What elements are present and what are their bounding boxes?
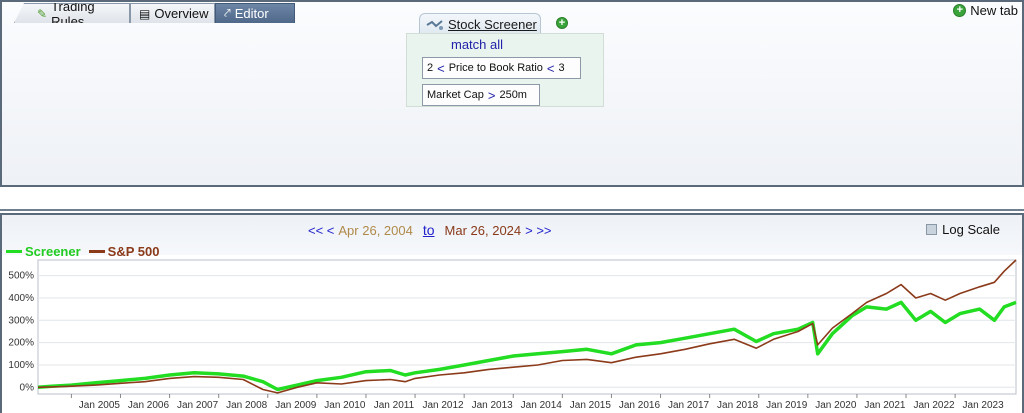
end-date[interactable]: Mar 26, 2024 <box>445 223 522 238</box>
x-tick-label: Jan 2010 <box>324 400 366 411</box>
tab-editor-label: Editor <box>234 6 269 21</box>
x-tick-label: Jan 2016 <box>619 400 661 411</box>
tab-strip <box>0 187 1024 213</box>
x-tick-label: Jan 2005 <box>79 400 121 411</box>
to-link[interactable]: to <box>423 222 435 238</box>
legend-item-screener[interactable]: Screener <box>6 244 81 259</box>
x-tick-label: Jan 2017 <box>668 400 710 411</box>
rule-operator[interactable]: < <box>437 61 445 76</box>
legend-item-sp500[interactable]: S&P 500 <box>88 244 160 259</box>
x-tick-label: Jan 2011 <box>374 400 415 411</box>
x-tick-label: Jan 2020 <box>815 400 857 411</box>
y-tick-label: 400% <box>8 293 34 304</box>
x-tick-label: Jan 2019 <box>766 400 808 411</box>
date-back-button[interactable]: << < <box>308 223 334 238</box>
stock-screener-tab[interactable]: Stock Screener <box>419 13 541 35</box>
rule-field[interactable]: Price to Book Ratio <box>449 62 543 74</box>
add-screener-icon[interactable]: + <box>556 17 568 29</box>
rule-low-value[interactable]: 2 <box>427 62 433 74</box>
overview-icon: ▤ <box>139 6 151 21</box>
rule-high-value[interactable]: 3 <box>558 62 564 74</box>
performance-chart[interactable]: 0% 100% 200% 300% 400% 500% Jan 2005 Jan 2006 Ja… <box>0 258 1024 413</box>
stock-screener-label: Stock Screener <box>448 17 537 32</box>
x-tick-label: Jan 2022 <box>913 400 955 411</box>
new-tab-button[interactable]: + New tab <box>953 3 1018 18</box>
log-scale-label: Log Scale <box>942 222 1000 237</box>
rule-price-to-book[interactable]: 2 < Price to Book Ratio < 3 <box>422 57 581 79</box>
legend-label-screener: Screener <box>25 244 81 259</box>
new-tab-label: New tab <box>970 3 1018 18</box>
x-tick-label: Jan 2014 <box>521 400 563 411</box>
plus-icon: + <box>953 4 967 17</box>
match-all-selector[interactable]: match all <box>451 37 503 52</box>
tab-overview[interactable]: ▤ Overview <box>130 3 215 23</box>
y-tick-label: 300% <box>8 315 34 326</box>
rule-operator[interactable]: > <box>488 88 496 103</box>
rule-value[interactable]: 250m <box>499 89 527 101</box>
chart-legend: Screener S&P 500 <box>6 244 159 259</box>
log-scale-checkbox[interactable] <box>926 224 938 235</box>
x-tick-label: Jan 2012 <box>422 400 464 411</box>
rule-market-cap[interactable]: Market Cap > 250m <box>422 84 540 106</box>
legend-swatch-sp500 <box>88 250 105 253</box>
date-forward-button[interactable]: > >> <box>525 223 551 238</box>
x-tick-label: Jan 2009 <box>275 400 317 411</box>
y-tick-label: 0% <box>20 382 35 393</box>
x-tick-label: Jan 2013 <box>472 400 514 411</box>
trading-rules-icon: ✎ <box>37 6 48 21</box>
y-tick-label: 200% <box>8 338 34 349</box>
y-tick-label: 100% <box>8 360 34 371</box>
screener-icon <box>426 19 443 30</box>
x-tick-label: Jan 2006 <box>128 400 170 411</box>
x-tick-label: Jan 2008 <box>226 400 268 411</box>
y-tick-label: 500% <box>8 271 34 282</box>
start-date[interactable]: Apr 26, 2004 <box>338 223 412 238</box>
editor-icon: ⤤ <box>224 6 231 20</box>
x-tick-label: Jan 2023 <box>963 400 1005 411</box>
x-tick-label: Jan 2015 <box>570 400 612 411</box>
log-scale-toggle[interactable]: Log Scale <box>926 222 1000 237</box>
tab-editor[interactable]: ⤤ Editor <box>215 3 295 23</box>
rule-operator[interactable]: < <box>547 61 555 76</box>
x-tick-label: Jan 2007 <box>177 400 219 411</box>
tab-strip-divider <box>0 209 1024 211</box>
legend-swatch-screener <box>6 250 22 253</box>
legend-label-sp500: S&P 500 <box>107 244 160 259</box>
rule-field[interactable]: Market Cap <box>427 89 484 101</box>
date-range-bar: << < Apr 26, 2004 to Mar 26, 2024 > >> <box>308 222 552 238</box>
tab-overview-label: Overview <box>154 6 209 21</box>
tab-trading-rules[interactable]: ✎ Trading Rules <box>14 3 130 23</box>
x-tick-label: Jan 2021 <box>864 400 906 411</box>
x-tick-label: Jan 2018 <box>717 400 759 411</box>
